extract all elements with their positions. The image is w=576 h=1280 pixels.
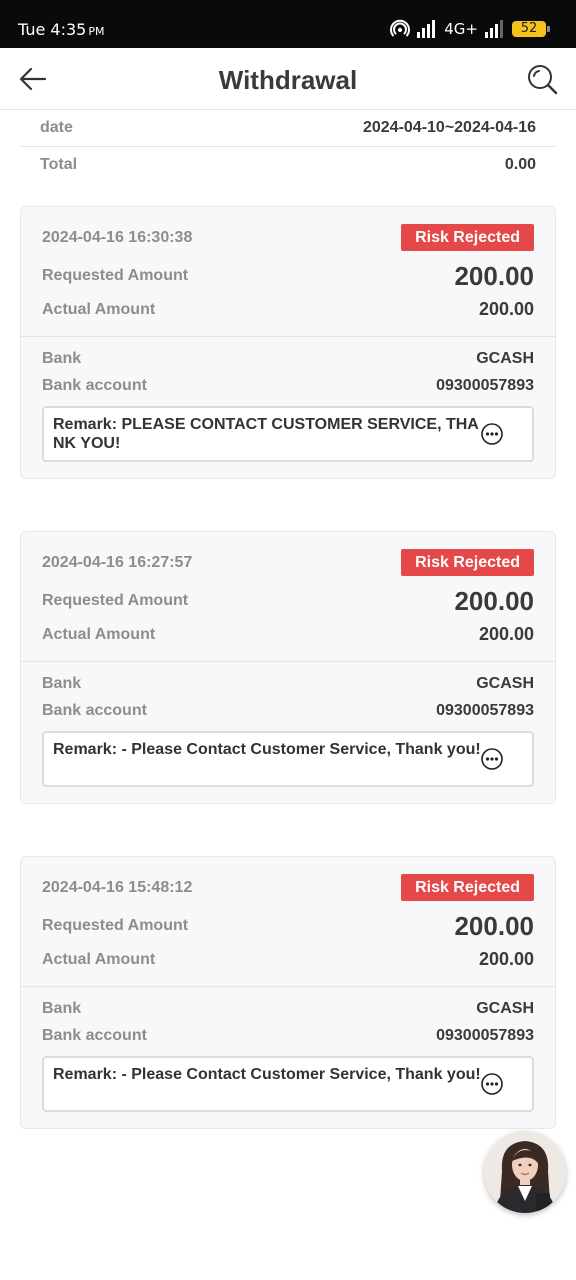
withdrawal-record-card: 2024-04-16 16:27:57 Risk Rejected Reques… — [20, 531, 556, 804]
date-label: date — [40, 119, 73, 136]
status-badge: Risk Rejected — [401, 224, 534, 251]
remark-box[interactable]: Remark: - Please Contact Customer Servic… — [42, 1056, 534, 1112]
bank-account-label: Bank account — [42, 1027, 147, 1044]
customer-service-avatar[interactable] — [484, 1131, 566, 1213]
requested-amount-value: 200.00 — [454, 586, 534, 616]
status-badge: Risk Rejected — [401, 874, 534, 901]
record-datetime: 2024-04-16 16:27:57 — [42, 554, 193, 571]
more-options-icon[interactable] — [481, 423, 503, 445]
summary-panel: date 2024-04-10~2024-04-16 Total 0.00 — [20, 110, 556, 182]
requested-amount-label: Requested Amount — [42, 267, 189, 284]
actual-amount-label: Actual Amount — [42, 301, 156, 318]
status-time: Tue 4:35 PM — [18, 20, 104, 39]
card-summary: 2024-04-16 16:27:57 Risk Rejected Reques… — [21, 532, 555, 662]
bank-account-label: Bank account — [42, 702, 147, 719]
remark-text: Remark: - Please Contact Customer Servic… — [53, 1066, 481, 1083]
bank-account-label: Bank account — [42, 377, 147, 394]
requested-amount-label: Requested Amount — [42, 592, 189, 609]
bank-value: GCASH — [476, 675, 534, 692]
record-datetime: 2024-04-16 15:48:12 — [42, 879, 193, 896]
page-title: Withdrawal — [218, 65, 358, 95]
bank-value: GCASH — [476, 350, 534, 367]
requested-amount-value: 200.00 — [454, 261, 534, 291]
customer-service-avatar-icon — [484, 1131, 566, 1213]
battery-level: 52 — [520, 21, 538, 36]
withdrawal-record-card: 2024-04-16 16:30:38 Risk Rejected Reques… — [20, 206, 556, 479]
bank-value: GCASH — [476, 1000, 534, 1017]
remark-box[interactable]: Remark: - Please Contact Customer Servic… — [42, 731, 534, 787]
actual-amount-value: 200.00 — [478, 299, 534, 319]
remark-text: Remark: PLEASE CONTACT CUSTOMER SERVICE,… — [53, 416, 479, 452]
actual-amount-value: 200.00 — [478, 624, 534, 644]
actual-amount-label: Actual Amount — [42, 951, 156, 968]
remark-text: Remark: - Please Contact Customer Servic… — [53, 741, 481, 758]
withdrawal-record-card: 2024-04-16 15:48:12 Risk Rejected Reques… — [20, 856, 556, 1129]
more-options-icon[interactable] — [481, 748, 503, 770]
status-bar: Tue 4:35 PM 4G+ 52 — [0, 0, 576, 48]
date-range-row[interactable]: date 2024-04-10~2024-04-16 — [20, 110, 556, 146]
status-badge: Risk Rejected — [401, 549, 534, 576]
more-options-icon[interactable] — [481, 1073, 503, 1095]
requested-amount-value: 200.00 — [454, 911, 534, 941]
record-datetime: 2024-04-16 16:30:38 — [42, 229, 193, 246]
card-summary: 2024-04-16 15:48:12 Risk Rejected Reques… — [21, 857, 555, 987]
status-time-value: Tue 4:35 — [18, 20, 87, 39]
network-type: 4G+ — [444, 20, 478, 38]
battery-icon: 52 — [512, 21, 550, 37]
search-icon[interactable] — [526, 63, 558, 95]
actual-amount-value: 200.00 — [478, 949, 534, 969]
actual-amount-label: Actual Amount — [42, 626, 156, 643]
status-time-ampm: PM — [88, 25, 105, 38]
status-icons: 4G+ 52 — [390, 18, 550, 40]
bank-label: Bank — [42, 1000, 82, 1017]
app-header: Withdrawal — [0, 48, 576, 110]
remark-box[interactable]: Remark: PLEASE CONTACT CUSTOMER SERVICE,… — [42, 406, 534, 462]
card-details: Bank GCASH Bank account 09300057893 Rema… — [21, 337, 555, 479]
bank-account-value: 09300057893 — [436, 1027, 534, 1044]
hotspot-icon — [390, 19, 411, 37]
signal-strength-icon — [417, 20, 436, 38]
date-range-value: 2024-04-10~2024-04-16 — [362, 119, 536, 136]
bank-account-value: 09300057893 — [436, 702, 534, 719]
card-details: Bank GCASH Bank account 09300057893 Rema… — [21, 987, 555, 1129]
requested-amount-label: Requested Amount — [42, 917, 189, 934]
card-details: Bank GCASH Bank account 09300057893 Rema… — [21, 662, 555, 804]
card-summary: 2024-04-16 16:30:38 Risk Rejected Reques… — [21, 207, 555, 337]
bank-label: Bank — [42, 350, 82, 367]
signal-strength-2-icon — [485, 20, 503, 38]
bank-account-value: 09300057893 — [436, 377, 534, 394]
total-value: 0.00 — [504, 155, 536, 173]
total-label: Total — [40, 155, 78, 173]
total-row: Total 0.00 — [20, 146, 556, 182]
bank-label: Bank — [42, 675, 82, 692]
